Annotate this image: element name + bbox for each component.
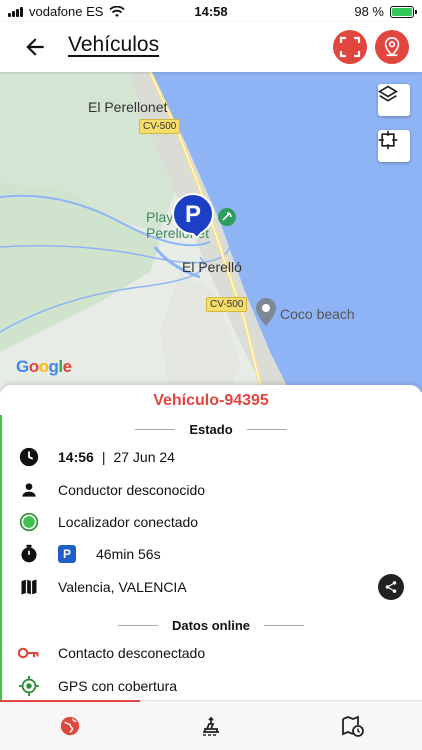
parked-row: P 46min 56s xyxy=(18,540,404,568)
road-badge-cv500-north: CV-500 xyxy=(139,119,181,134)
layers-icon xyxy=(378,85,398,102)
last-date: 27 Jun 24 xyxy=(113,449,175,465)
app-header: Vehículos xyxy=(0,22,422,72)
bottom-navigation xyxy=(0,700,422,750)
datos-online-heading-label: Datos online xyxy=(171,618,250,633)
google-logo: Google xyxy=(16,357,72,376)
status-bar: vodafone ES 14:58 98 % xyxy=(0,0,422,22)
nav-history-button[interactable] xyxy=(340,713,366,739)
locator-row: Localizador conectado xyxy=(18,508,404,536)
nav-control-button[interactable] xyxy=(198,713,224,739)
layers-button[interactable] xyxy=(378,84,410,116)
globe-icon xyxy=(60,716,80,736)
vehicle-marker-letter: P xyxy=(184,201,201,228)
parked-duration: 46min 56s xyxy=(96,546,161,562)
clock-icon xyxy=(18,446,40,468)
scan-button[interactable] xyxy=(333,30,367,64)
nav-map-button[interactable] xyxy=(57,713,83,739)
gps-row: GPS con cobertura xyxy=(18,672,404,700)
locator-text: Localizador conectado xyxy=(58,514,199,530)
status-dot-icon xyxy=(18,511,40,533)
contact-row: Contacto desconectado xyxy=(18,639,404,667)
battery-percent: 98 % xyxy=(354,4,384,19)
map-view[interactable]: El Perellonet CV-500 Playa Perellonet El… xyxy=(0,72,422,392)
locate-button[interactable] xyxy=(375,30,409,64)
vehicle-control-icon xyxy=(203,716,219,736)
driver-text: Conductor desconocido xyxy=(58,482,206,498)
estado-heading-label: Estado xyxy=(189,422,233,437)
vehicle-details-sheet: Vehículo-94395 Estado 14:56 | 27 Jun 24 … xyxy=(0,385,422,700)
gps-target-icon xyxy=(18,675,40,697)
location-text: Valencia, VALENCIA xyxy=(58,579,187,595)
contact-text: Contacto desconectado xyxy=(58,645,206,661)
road-badge-cv500-south: CV-500 xyxy=(206,297,248,312)
share-icon xyxy=(385,581,397,593)
vehicle-name: Vehículo-94395 xyxy=(153,392,269,409)
map-pin-icon xyxy=(384,37,400,57)
datos-online-heading: Datos online xyxy=(0,618,422,633)
last-time: 14:56 xyxy=(58,449,94,465)
map-icon xyxy=(18,576,40,598)
parking-badge: P xyxy=(58,545,76,563)
location-row: Valencia, VALENCIA xyxy=(18,573,404,601)
poi-pin-icon[interactable] xyxy=(256,298,276,326)
gps-text: GPS con cobertura xyxy=(58,678,178,694)
person-icon xyxy=(18,479,40,501)
focus-frame-icon xyxy=(339,36,361,58)
arrow-left-icon[interactable] xyxy=(22,34,48,60)
datetime-row: 14:56 | 27 Jun 24 xyxy=(18,443,404,471)
crosshair-frame-icon xyxy=(378,130,398,150)
map-place-perellonet: El Perellonet xyxy=(88,99,168,115)
map-place-perello: El Perelló xyxy=(182,259,242,275)
estado-heading: Estado xyxy=(0,422,422,437)
beach-poi-icon[interactable] xyxy=(218,208,236,226)
key-icon xyxy=(18,642,40,664)
status-accent-line xyxy=(0,415,2,700)
page-title: Vehículos xyxy=(68,33,160,56)
driver-row: Conductor desconocido xyxy=(18,476,404,504)
center-button[interactable] xyxy=(378,130,410,162)
active-tab-indicator xyxy=(0,700,140,702)
map-place-coco-beach: Coco beach xyxy=(280,306,355,322)
battery-icon xyxy=(390,5,417,18)
share-button[interactable] xyxy=(378,574,404,600)
map-history-icon xyxy=(342,715,364,737)
stopwatch-icon xyxy=(18,543,40,565)
datetime-separator: | xyxy=(101,449,106,465)
